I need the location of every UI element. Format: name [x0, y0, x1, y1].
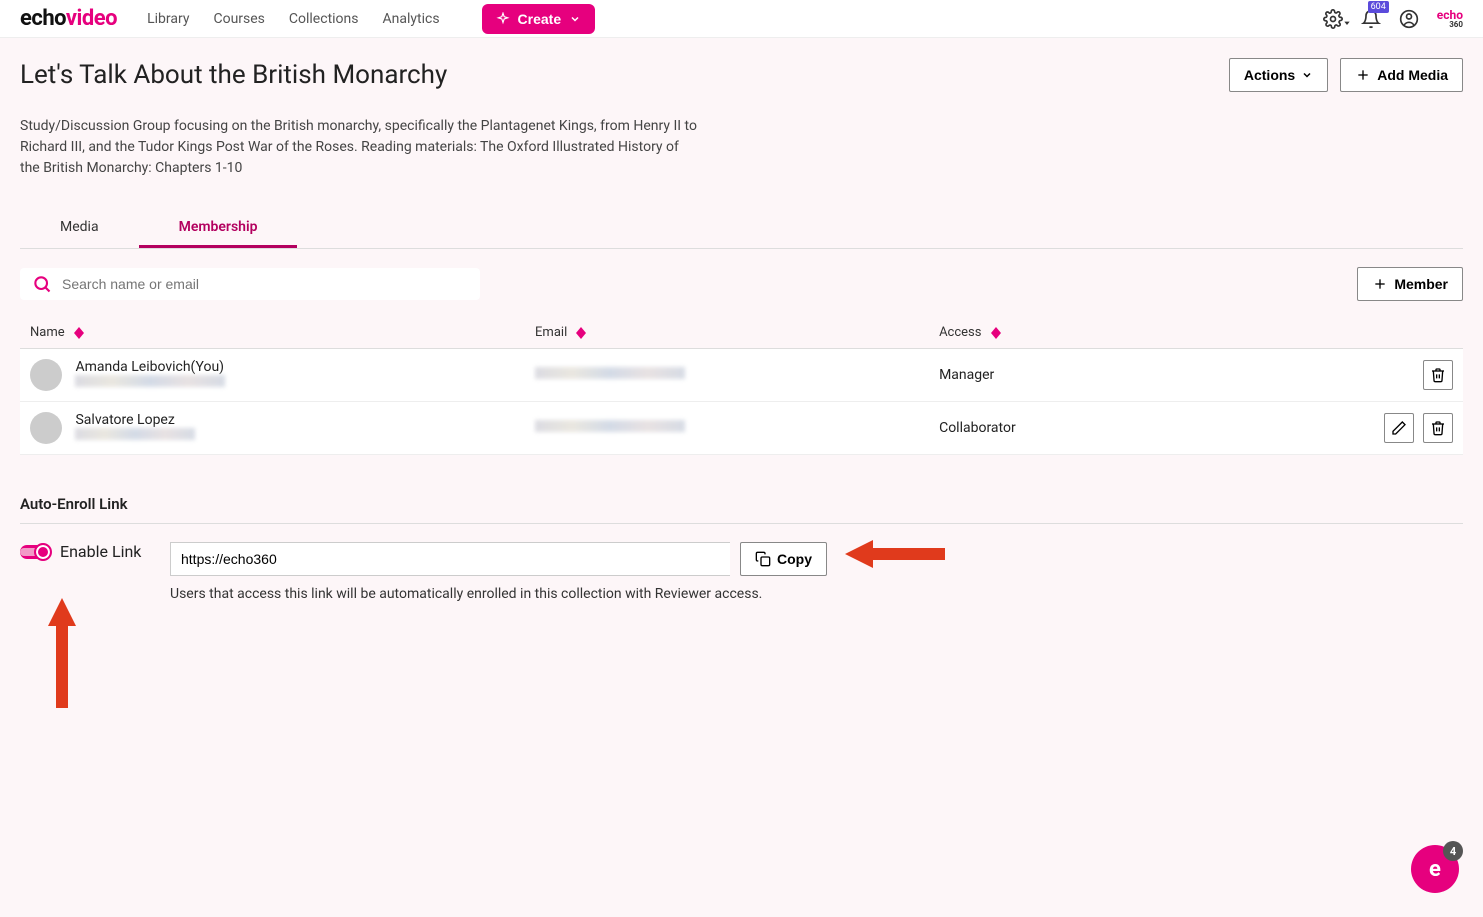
notification-badge: 604	[1368, 1, 1389, 13]
table-row: Salvatore Lopez Collaborator	[20, 402, 1463, 455]
nav-courses[interactable]: Courses	[213, 11, 264, 27]
sort-icon	[576, 327, 586, 339]
redacted	[75, 428, 195, 440]
nav-library[interactable]: Library	[147, 11, 189, 27]
title-actions: Actions Add Media	[1229, 58, 1463, 92]
actions-button[interactable]: Actions	[1229, 58, 1328, 92]
toolbar: Member	[20, 267, 1463, 301]
toggle-label: Enable Link	[60, 542, 141, 561]
add-member-button[interactable]: Member	[1357, 267, 1463, 301]
notifications-icon[interactable]: 604	[1361, 9, 1381, 29]
sort-icon	[74, 327, 84, 339]
tab-media[interactable]: Media	[20, 209, 139, 248]
tabs: Media Membership	[20, 209, 1463, 249]
fab-icon: e	[1429, 857, 1441, 882]
redacted	[75, 375, 225, 387]
chevron-down-icon	[1301, 69, 1313, 81]
logo-part2: video	[66, 6, 117, 31]
annotation-arrow-left	[845, 534, 945, 574]
plus-icon	[1355, 67, 1371, 83]
add-media-label: Add Media	[1377, 67, 1448, 83]
create-button[interactable]: Create	[482, 4, 596, 34]
search-wrap[interactable]	[20, 268, 480, 300]
page-title: Let's Talk About the British Monarchy	[20, 60, 447, 90]
logo[interactable]: echovideo	[20, 6, 117, 31]
redacted-email	[535, 367, 685, 379]
page-description: Study/Discussion Group focusing on the B…	[20, 116, 700, 179]
member-access: Collaborator	[929, 402, 1319, 455]
member-name: Amanda Leibovich(You)	[75, 359, 225, 375]
search-input[interactable]	[62, 276, 468, 292]
mini-logo[interactable]: echo360	[1437, 9, 1463, 29]
tab-membership[interactable]: Membership	[139, 209, 298, 248]
create-label: Create	[518, 11, 562, 27]
copy-label: Copy	[777, 551, 812, 567]
delete-button[interactable]	[1423, 413, 1453, 443]
search-icon	[32, 274, 52, 294]
page: Let's Talk About the British Monarchy Ac…	[0, 38, 1483, 622]
plus-icon	[1372, 276, 1388, 292]
redacted-email	[535, 420, 685, 432]
nav-collections[interactable]: Collections	[289, 11, 359, 27]
th-access[interactable]: Access	[929, 317, 1319, 349]
toggle-col: Enable Link	[20, 542, 150, 561]
trash-icon	[1430, 367, 1446, 383]
auto-enroll-title: Auto-Enroll Link	[20, 495, 1463, 513]
delete-button[interactable]	[1423, 360, 1453, 390]
edit-button[interactable]	[1384, 413, 1414, 443]
help-fab[interactable]: e 4	[1411, 845, 1459, 893]
auto-enroll-row: Enable Link Copy Users that access this …	[20, 542, 1463, 602]
title-row: Let's Talk About the British Monarchy Ac…	[20, 58, 1463, 92]
members-table: Name Email Access	[20, 317, 1463, 455]
enable-link-toggle[interactable]	[20, 545, 50, 559]
chevron-down-icon	[569, 13, 581, 25]
table-row: Amanda Leibovich(You) Manager	[20, 349, 1463, 402]
trash-icon	[1430, 420, 1446, 436]
copy-button[interactable]: Copy	[740, 542, 827, 576]
nav-right: 604 echo360	[1323, 9, 1463, 29]
account-icon[interactable]	[1399, 9, 1419, 29]
member-access: Manager	[929, 349, 1319, 402]
auto-enroll-help: Users that access this link will be auto…	[170, 586, 827, 602]
annotation-arrow-up	[42, 598, 82, 708]
top-nav: echovideo Library Courses Collections An…	[0, 0, 1483, 38]
sort-icon	[991, 327, 1001, 339]
th-email[interactable]: Email	[525, 317, 929, 349]
member-button-label: Member	[1394, 276, 1448, 292]
link-col: Copy Users that access this link will be…	[170, 542, 827, 602]
nav-links: Library Courses Collections Analytics Cr…	[147, 4, 595, 34]
avatar	[30, 412, 62, 444]
auto-enroll-link-input[interactable]	[170, 542, 730, 576]
divider	[20, 523, 1463, 524]
pencil-icon	[1391, 420, 1407, 436]
avatar	[30, 359, 62, 391]
add-media-button[interactable]: Add Media	[1340, 58, 1463, 92]
logo-part1: echo	[20, 6, 66, 31]
sparkle-icon	[496, 12, 510, 26]
member-name: Salvatore Lopez	[75, 412, 195, 428]
copy-icon	[755, 551, 771, 567]
nav-analytics[interactable]: Analytics	[383, 11, 440, 27]
settings-icon[interactable]	[1323, 9, 1343, 29]
actions-label: Actions	[1244, 67, 1295, 83]
caret-down-icon	[1343, 19, 1351, 27]
th-name[interactable]: Name	[20, 317, 525, 349]
fab-count: 4	[1443, 841, 1463, 861]
